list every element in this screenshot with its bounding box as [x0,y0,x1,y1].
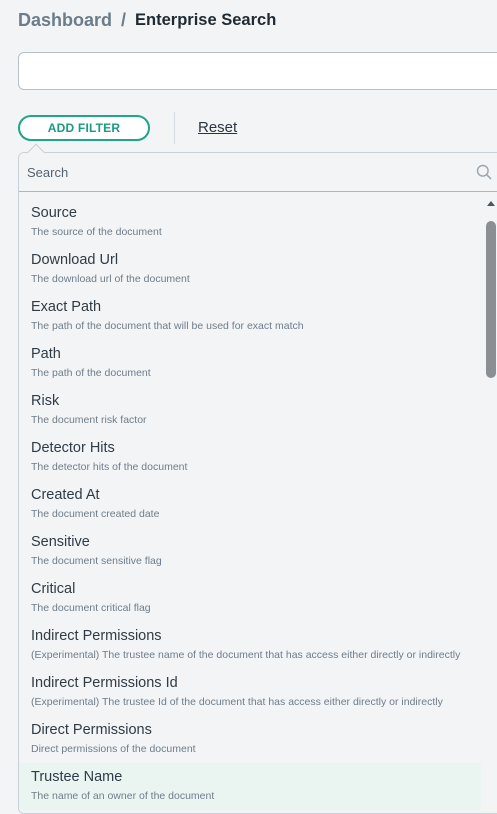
search-icon[interactable] [476,164,492,180]
filter-option-title: Direct Permissions [31,722,152,738]
filter-option[interactable]: Created At The document created date [19,481,481,528]
scroll-thumb[interactable] [486,221,496,378]
breadcrumb: Dashboard / Enterprise Search [18,8,276,32]
scroll-up-arrow-icon[interactable] [487,201,495,206]
filter-option[interactable]: Risk The document risk factor [19,387,481,434]
filter-option-description: Direct permissions of the document [31,743,196,755]
filter-option-description: The document risk factor [31,414,147,426]
filter-option[interactable]: Exact Path The path of the document that… [19,293,481,340]
filter-option-title: Sensitive [31,534,90,550]
filter-option[interactable]: Sensitive The document sensitive flag [19,528,481,575]
filter-option[interactable]: Critical The document critical flag [19,575,481,622]
page-title: Enterprise Search [135,10,277,29]
filter-option[interactable]: Indirect Permissions Id (Experimental) T… [19,669,481,716]
filter-option[interactable]: Path The path of the document [19,340,481,387]
filter-option-title: Detector Hits [31,440,115,456]
filter-option-highlighted[interactable]: Trustee Name The name of an owner of the… [19,763,481,810]
filter-option-title: Download Url [31,252,119,268]
filter-option-description: The name of an owner of the document [31,790,215,802]
filter-option[interactable]: Source The source of the document [19,199,481,246]
filter-option-description: (Experimental) The trustee Id of the doc… [31,696,443,708]
filter-option-description: The detector hits of the document [31,461,188,473]
breadcrumb-dashboard-link[interactable]: Dashboard [18,10,112,31]
filter-option-title: Source [31,205,77,221]
filter-option-title: Risk [31,393,60,409]
breadcrumb-separator: / [121,9,127,30]
filter-option-description: The path of the document [31,367,151,379]
filter-dropdown: Source The source of the document Downlo… [18,152,497,814]
filter-search-row [19,153,497,192]
filter-option-description: (Experimental) The trustee name of the d… [31,649,461,661]
filter-option-title: Created At [31,487,100,503]
filter-option-description: The source of the document [31,226,162,238]
filter-search-input[interactable] [19,153,489,191]
filter-option-title: Trustee Name [31,769,123,785]
filter-option[interactable]: Direct Permissions Direct permissions of… [19,716,481,763]
add-filter-button[interactable]: ADD FILTER [18,115,150,141]
filter-options-list: Source The source of the document Downlo… [19,192,497,813]
filter-option-title: Path [31,346,61,362]
list-scrollbar[interactable] [485,191,497,813]
filter-option[interactable]: Detector Hits The detector hits of the d… [19,434,481,481]
toolbar-divider [174,112,175,144]
filter-option[interactable]: Indirect Permissions (Experimental) The … [19,622,481,669]
filter-option-description: The path of the document that will be us… [31,320,304,332]
filter-option-title: Indirect Permissions [31,628,162,644]
reset-link[interactable]: Reset [198,119,237,136]
filter-option-title: Critical [31,581,76,597]
filter-option-description: The document critical flag [31,602,151,614]
filter-option-description: The document sensitive flag [31,555,162,567]
query-input[interactable] [18,52,497,90]
filter-option[interactable]: Download Url The download url of the doc… [19,246,481,293]
filter-option-description: The document created date [31,508,160,520]
filter-option-title: Indirect Permissions Id [31,675,178,691]
filter-option-title: Exact Path [31,299,102,315]
filter-option-description: The download url of the document [31,273,190,285]
